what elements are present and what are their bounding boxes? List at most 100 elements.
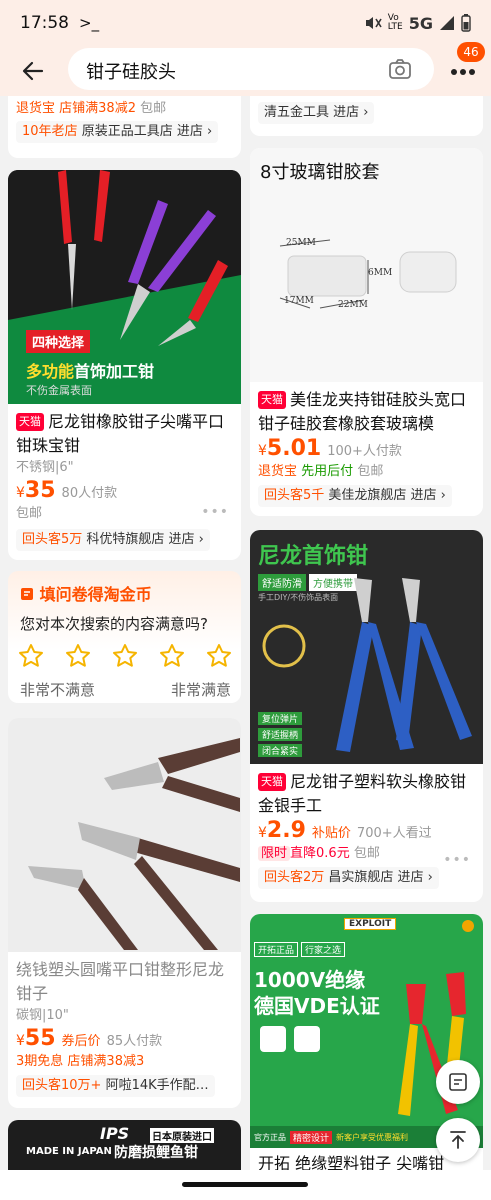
battery-icon	[461, 14, 471, 32]
shop-tag: 10年老店	[22, 124, 78, 139]
product-image[interactable]: IPS 日本原装进口 MADE IN JAPAN 防磨损鲤鱼钳	[8, 1120, 241, 1170]
image-caption-tag: 四种选择	[26, 330, 91, 353]
more-menu-icon[interactable]	[450, 68, 476, 76]
home-indicator[interactable]	[182, 1182, 308, 1187]
product-price: ¥35 80人付款	[16, 478, 118, 503]
dimension-label: 6MM	[368, 268, 393, 278]
shop-tag: 回头客5千	[264, 488, 325, 503]
brand-logo: IPS	[100, 1124, 130, 1143]
shop-link[interactable]: 10年老店 原装正品工具店 进店 ›	[16, 121, 219, 143]
shop-tag: 回头客5万	[22, 532, 83, 547]
back-arrow-icon[interactable]	[20, 58, 46, 84]
pay-later-label: 先用后付	[301, 464, 354, 479]
product-title[interactable]: 天猫 尼龙钳橡胶钳子尖嘴平口钳珠宝钳	[8, 410, 241, 458]
image-caption-main-a: 多功能	[26, 362, 75, 381]
product-title-text: 尼龙钳子塑料软头橡胶钳金银手工	[258, 772, 467, 815]
product-card[interactable]: IPS 日本原装进口 MADE IN JAPAN 防磨损鲤鱼钳	[8, 1120, 241, 1170]
system-nav-bar	[0, 1170, 491, 1200]
search-query[interactable]: 钳子硅胶头	[86, 58, 176, 84]
price-note: 券后价	[61, 1034, 101, 1049]
sold-count: 80人付款	[61, 486, 118, 501]
shop-link[interactable]: 回头客5千 美佳龙旗舰店 进店 ›	[258, 485, 452, 507]
free-shipping-label: 包邮	[140, 101, 167, 116]
made-in-label: MADE IN JAPAN	[26, 1146, 112, 1157]
round-nose-pliers-illustration	[28, 738, 240, 950]
product-price: ¥5.01 100+人付款	[258, 436, 402, 461]
price-note: 补贴价	[311, 826, 351, 841]
shop-name: 阿啦14K手作配…	[105, 1078, 209, 1093]
image-footer: 官方正品	[254, 1132, 286, 1142]
sold-count: 85人付款	[106, 1034, 163, 1049]
dimension-label: 17MM	[284, 296, 314, 306]
star-icon[interactable]	[206, 643, 232, 669]
camera-icon[interactable]	[388, 57, 412, 81]
product-title[interactable]: 天猫 美佳龙夹持钳硅胶头宽口钳子硅胶套橡胶套玻璃模	[250, 388, 483, 436]
product-title[interactable]: 绕钱塑头圆嘴平口钳整形尼龙钳子	[8, 958, 241, 1006]
store-discount-label: 店铺满38减3	[67, 1054, 145, 1069]
product-card-partial-left[interactable]: 退货宝 店铺满38减2 包邮 10年老店 原装正品工具店 进店 ›	[8, 96, 241, 158]
promo-labels: 3期免息 店铺满38减3	[8, 1051, 241, 1073]
shop-name: 美佳龙旗舰店 进店 ›	[328, 488, 446, 503]
tmall-badge: 天猫	[16, 413, 44, 431]
shop-link[interactable]: 回头客10万+ 阿啦14K手作配…	[16, 1075, 215, 1097]
feature-label: 闭合紧实	[258, 744, 303, 757]
product-image[interactable]	[8, 718, 241, 952]
product-title[interactable]: 天猫 尼龙钳子塑料软头橡胶钳金银手工	[250, 770, 483, 818]
feedback-button[interactable]	[436, 1060, 480, 1104]
back-to-top-button[interactable]	[436, 1118, 480, 1162]
survey-high-label: 非常满意	[170, 681, 231, 699]
return-insurance-label: 退货宝	[16, 101, 56, 116]
feature-label: 复位弹片	[258, 712, 303, 725]
shop-link[interactable]: 清五金工具 进店 ›	[258, 102, 375, 124]
product-card[interactable]: 8寸玻璃钳胶套 25MM 6MM 17MM 22MM 天猫 美佳龙夹持钳硅胶头宽口…	[250, 148, 483, 516]
installment-label: 3期免息	[16, 1054, 64, 1069]
shop-tag: 回头客10万+	[22, 1078, 102, 1093]
store-discount-label: 店铺满38减2	[59, 101, 136, 116]
edit-note-icon	[449, 1073, 467, 1091]
product-card[interactable]: 绕钱塑头圆嘴平口钳整形尼龙钳子 碳钢|10" ¥55 券后价 85人付款 3期免息 …	[8, 718, 241, 1108]
feature-label: 舒适握柄	[258, 728, 303, 741]
limited-time-badge: 限时	[258, 846, 291, 861]
dimension-label: 25MM	[286, 238, 316, 248]
product-spec: 碳钢|10"	[16, 1008, 69, 1023]
more-options-icon[interactable]: •••	[443, 852, 471, 868]
shop-link[interactable]: 回头客5万 科优特旗舰店 进店 ›	[16, 529, 210, 551]
brand-subtitle: 日本原装进口	[150, 1128, 214, 1143]
star-icon[interactable]	[159, 643, 185, 669]
tmall-badge: 天猫	[258, 773, 286, 791]
price-value: 5.01	[266, 436, 322, 461]
rating-stars	[18, 643, 232, 669]
volte-icon: Vo LTE	[387, 13, 403, 32]
star-icon[interactable]	[112, 643, 138, 669]
network-type: 5G	[408, 13, 433, 33]
search-input[interactable]: 钳子硅胶头	[68, 48, 434, 90]
product-card-partial-right[interactable]: 清五金工具 进店 ›	[250, 96, 483, 136]
price-value: 35	[24, 478, 56, 503]
shop-link[interactable]: 回头客2万 昌实旗舰店 进店 ›	[258, 867, 439, 889]
search-header: 钳子硅胶头 46	[0, 42, 491, 96]
more-options-icon[interactable]: •••	[201, 504, 229, 520]
service-labels: 退货宝 先用后付 包邮	[250, 461, 483, 483]
star-icon[interactable]	[65, 643, 91, 669]
signal-icon	[440, 16, 454, 30]
product-feed[interactable]: 退货宝 店铺满38减2 包邮 10年老店 原装正品工具店 进店 › 清五金工具 …	[0, 96, 491, 1170]
product-title-text: 美佳龙夹持钳硅胶头宽口钳子硅胶套橡胶套玻璃模	[258, 390, 467, 433]
price-value: 2.9	[266, 818, 306, 843]
silicone-sleeve-illustration	[279, 239, 457, 309]
dimension-label: 22MM	[338, 300, 368, 310]
status-icons: Vo LTE 5G	[364, 14, 471, 33]
product-image[interactable]: EXPLOIT 开拓正品 行家之选 1000V绝缘 德国VDE认证 官方正品 精…	[250, 914, 483, 1148]
arrow-up-icon	[450, 1131, 466, 1149]
product-card[interactable]: 尼龙首饰钳 舒适防滑 方便携带 手工DIY/不伤饰品表面 复位弹片 舒适握柄 闭…	[250, 530, 483, 902]
message-count-badge: 46	[457, 42, 485, 62]
star-icon[interactable]	[18, 643, 44, 669]
tmall-badge: 天猫	[258, 391, 286, 409]
price-value: 55	[24, 1026, 56, 1051]
product-image[interactable]: 8寸玻璃钳胶套 25MM 6MM 17MM 22MM	[250, 148, 483, 382]
survey-title[interactable]: 填问卷得淘金币	[20, 581, 152, 605]
product-image[interactable]: 四种选择 多功能首饰加工钳 不伤金属表面	[8, 170, 241, 404]
view-count: 700+人看过	[356, 826, 432, 841]
product-card[interactable]: 四种选择 多功能首饰加工钳 不伤金属表面 天猫 尼龙钳橡胶钳子尖嘴平口钳珠宝钳 不…	[8, 170, 241, 560]
price-drop-label: 直降0.6元	[290, 846, 350, 861]
product-image[interactable]: 尼龙首饰钳 舒适防滑 方便携带 手工DIY/不伤饰品表面 复位弹片 舒适握柄 闭…	[250, 530, 483, 764]
